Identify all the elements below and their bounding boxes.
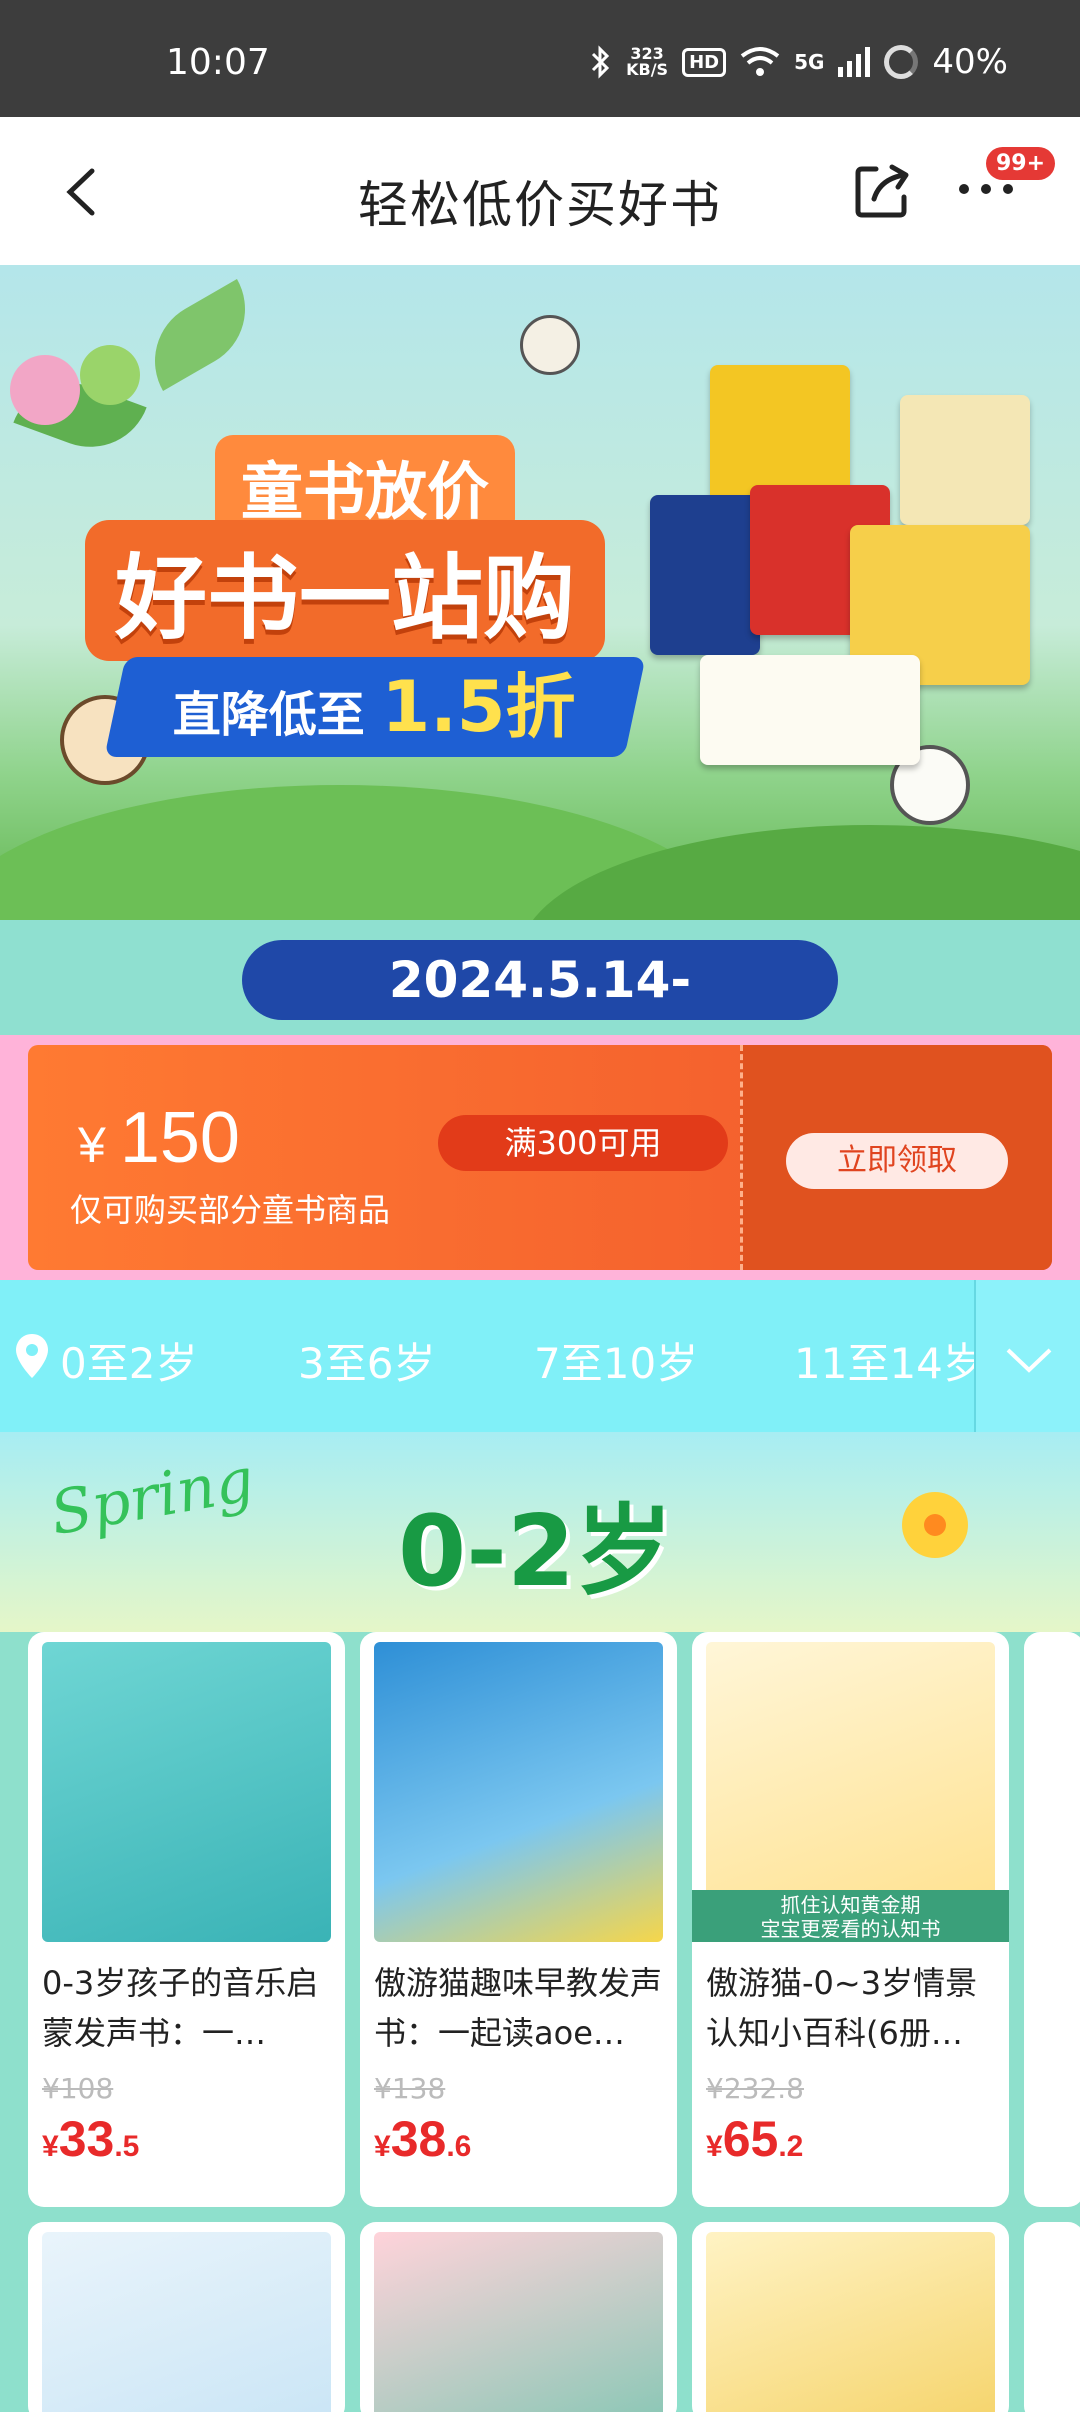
product-original-price: ¥138 xyxy=(374,2072,446,2105)
expand-tabs-button[interactable] xyxy=(974,1280,1080,1432)
tab-age-7-10[interactable]: 7至10岁 xyxy=(534,1330,698,1391)
status-time: 10:07 xyxy=(166,42,270,83)
book-cover xyxy=(900,395,1030,525)
promo-line-2: 好书一站购 xyxy=(85,520,605,661)
product-card[interactable] xyxy=(360,2222,677,2412)
book-cover xyxy=(650,495,760,655)
product-cover xyxy=(706,2232,995,2412)
tab-age-11-14[interactable]: 11至14岁 xyxy=(794,1330,985,1391)
coupon-description: 仅可购买部分童书商品 xyxy=(70,1191,391,1229)
section-header: Spring 0-2岁 xyxy=(0,1432,1080,1632)
wifi-icon xyxy=(740,47,780,76)
product-price: ¥33.5 xyxy=(42,2111,140,2167)
product-cover xyxy=(374,1642,663,1942)
boy-character xyxy=(520,315,580,375)
promo-line-3: 直降低至 1.5折 xyxy=(104,657,646,757)
hd-icon: HD xyxy=(682,47,727,77)
product-card[interactable] xyxy=(28,2222,345,2412)
promo-date-range: 2024.5.14--2024.5.16 xyxy=(242,940,838,1089)
product-title: 0-3岁孩子的音乐启蒙发声书：一… xyxy=(42,1964,319,2052)
product-card[interactable] xyxy=(692,2222,1009,2412)
flower-decoration xyxy=(902,1492,968,1558)
signal-icon xyxy=(838,47,871,77)
product-title: 傲游猫-0~3岁情景认知小百科(6册… xyxy=(706,1964,978,2052)
leaf-decoration xyxy=(133,279,267,391)
top-nav: 轻松低价买好书 99+ xyxy=(0,117,1080,265)
spring-script: Spring xyxy=(45,1444,259,1550)
product-cover-note: 抓住认知黄金期 宝宝更爱看的认知书 xyxy=(692,1890,1009,1942)
more-icon[interactable] xyxy=(956,181,1016,197)
product-cover xyxy=(374,2232,663,2412)
battery-icon xyxy=(884,45,919,79)
product-original-price: ¥108 xyxy=(42,2072,114,2105)
promo-sign: 童书放价 好书一站购 直降低至 1.5折 xyxy=(85,405,646,757)
product-card[interactable]: 抓住认知黄金期 宝宝更爱看的认知书 傲游猫-0~3岁情景认知小百科(6册… ¥23… xyxy=(692,1632,1009,2207)
chevron-down-icon xyxy=(1006,1348,1052,1373)
product-card[interactable]: 0-3岁孩子的音乐启蒙发声书：一… ¥108 ¥33.5 xyxy=(28,1632,345,2207)
status-icons: 323 KB/S HD 5G 40% xyxy=(590,42,1008,82)
product-cover xyxy=(42,2232,331,2412)
frog-character xyxy=(80,345,140,405)
notification-badge: 99+ xyxy=(986,147,1056,180)
coupon-condition: 满300可用 xyxy=(438,1115,728,1171)
tab-age-0-2[interactable]: 0至2岁 xyxy=(60,1330,197,1391)
coupon-section: ¥150 仅可购买部分童书商品 满300可用 立即领取 xyxy=(0,1035,1080,1280)
page-title: 轻松低价买好书 xyxy=(358,176,722,234)
product-cover xyxy=(42,1642,331,1942)
battery-level: 40% xyxy=(932,42,1008,82)
product-price: ¥65.2 xyxy=(706,2111,804,2167)
product-price: ¥38.6 xyxy=(374,2111,472,2167)
bluetooth-icon xyxy=(592,45,610,79)
product-card-partial[interactable] xyxy=(1024,2222,1080,2412)
product-title: 傲游猫趣味早教发声书：一起读aoe… xyxy=(374,1964,663,2052)
status-bar: 10:07 323 KB/S HD 5G 40% xyxy=(0,0,1080,117)
coupon-card: ¥150 仅可购买部分童书商品 满300可用 立即领取 xyxy=(28,1045,1052,1270)
product-original-price: ¥232.8 xyxy=(706,2072,804,2105)
book-collage xyxy=(650,365,1040,765)
age-tab-bar: 0至2岁 3至6岁 7至10岁 11至14岁 xyxy=(0,1280,1080,1432)
coupon-amount: ¥150 xyxy=(78,1098,240,1178)
claim-coupon-button[interactable]: 立即领取 xyxy=(786,1133,1008,1189)
product-card-partial[interactable] xyxy=(1024,1632,1080,2207)
product-grid: 0-3岁孩子的音乐启蒙发声书：一… ¥108 ¥33.5 傲游猫趣味早教发声书：… xyxy=(0,1632,1080,2412)
network-type: 5G xyxy=(794,50,825,74)
bunny-character xyxy=(10,355,80,425)
net-speed: 323 KB/S xyxy=(626,44,669,79)
section-title: 0-2岁 xyxy=(398,1495,674,1609)
product-card[interactable]: 傲游猫趣味早教发声书：一起读aoe… ¥138 ¥38.6 xyxy=(360,1632,677,2207)
tab-age-3-6[interactable]: 3至6岁 xyxy=(298,1330,435,1391)
book-cover xyxy=(700,655,920,765)
promo-banner[interactable]: 童书放价 好书一站购 直降低至 1.5折 xyxy=(0,265,1080,920)
location-pin-icon xyxy=(16,1334,48,1378)
book-cover xyxy=(710,365,850,505)
share-icon[interactable] xyxy=(852,161,912,221)
